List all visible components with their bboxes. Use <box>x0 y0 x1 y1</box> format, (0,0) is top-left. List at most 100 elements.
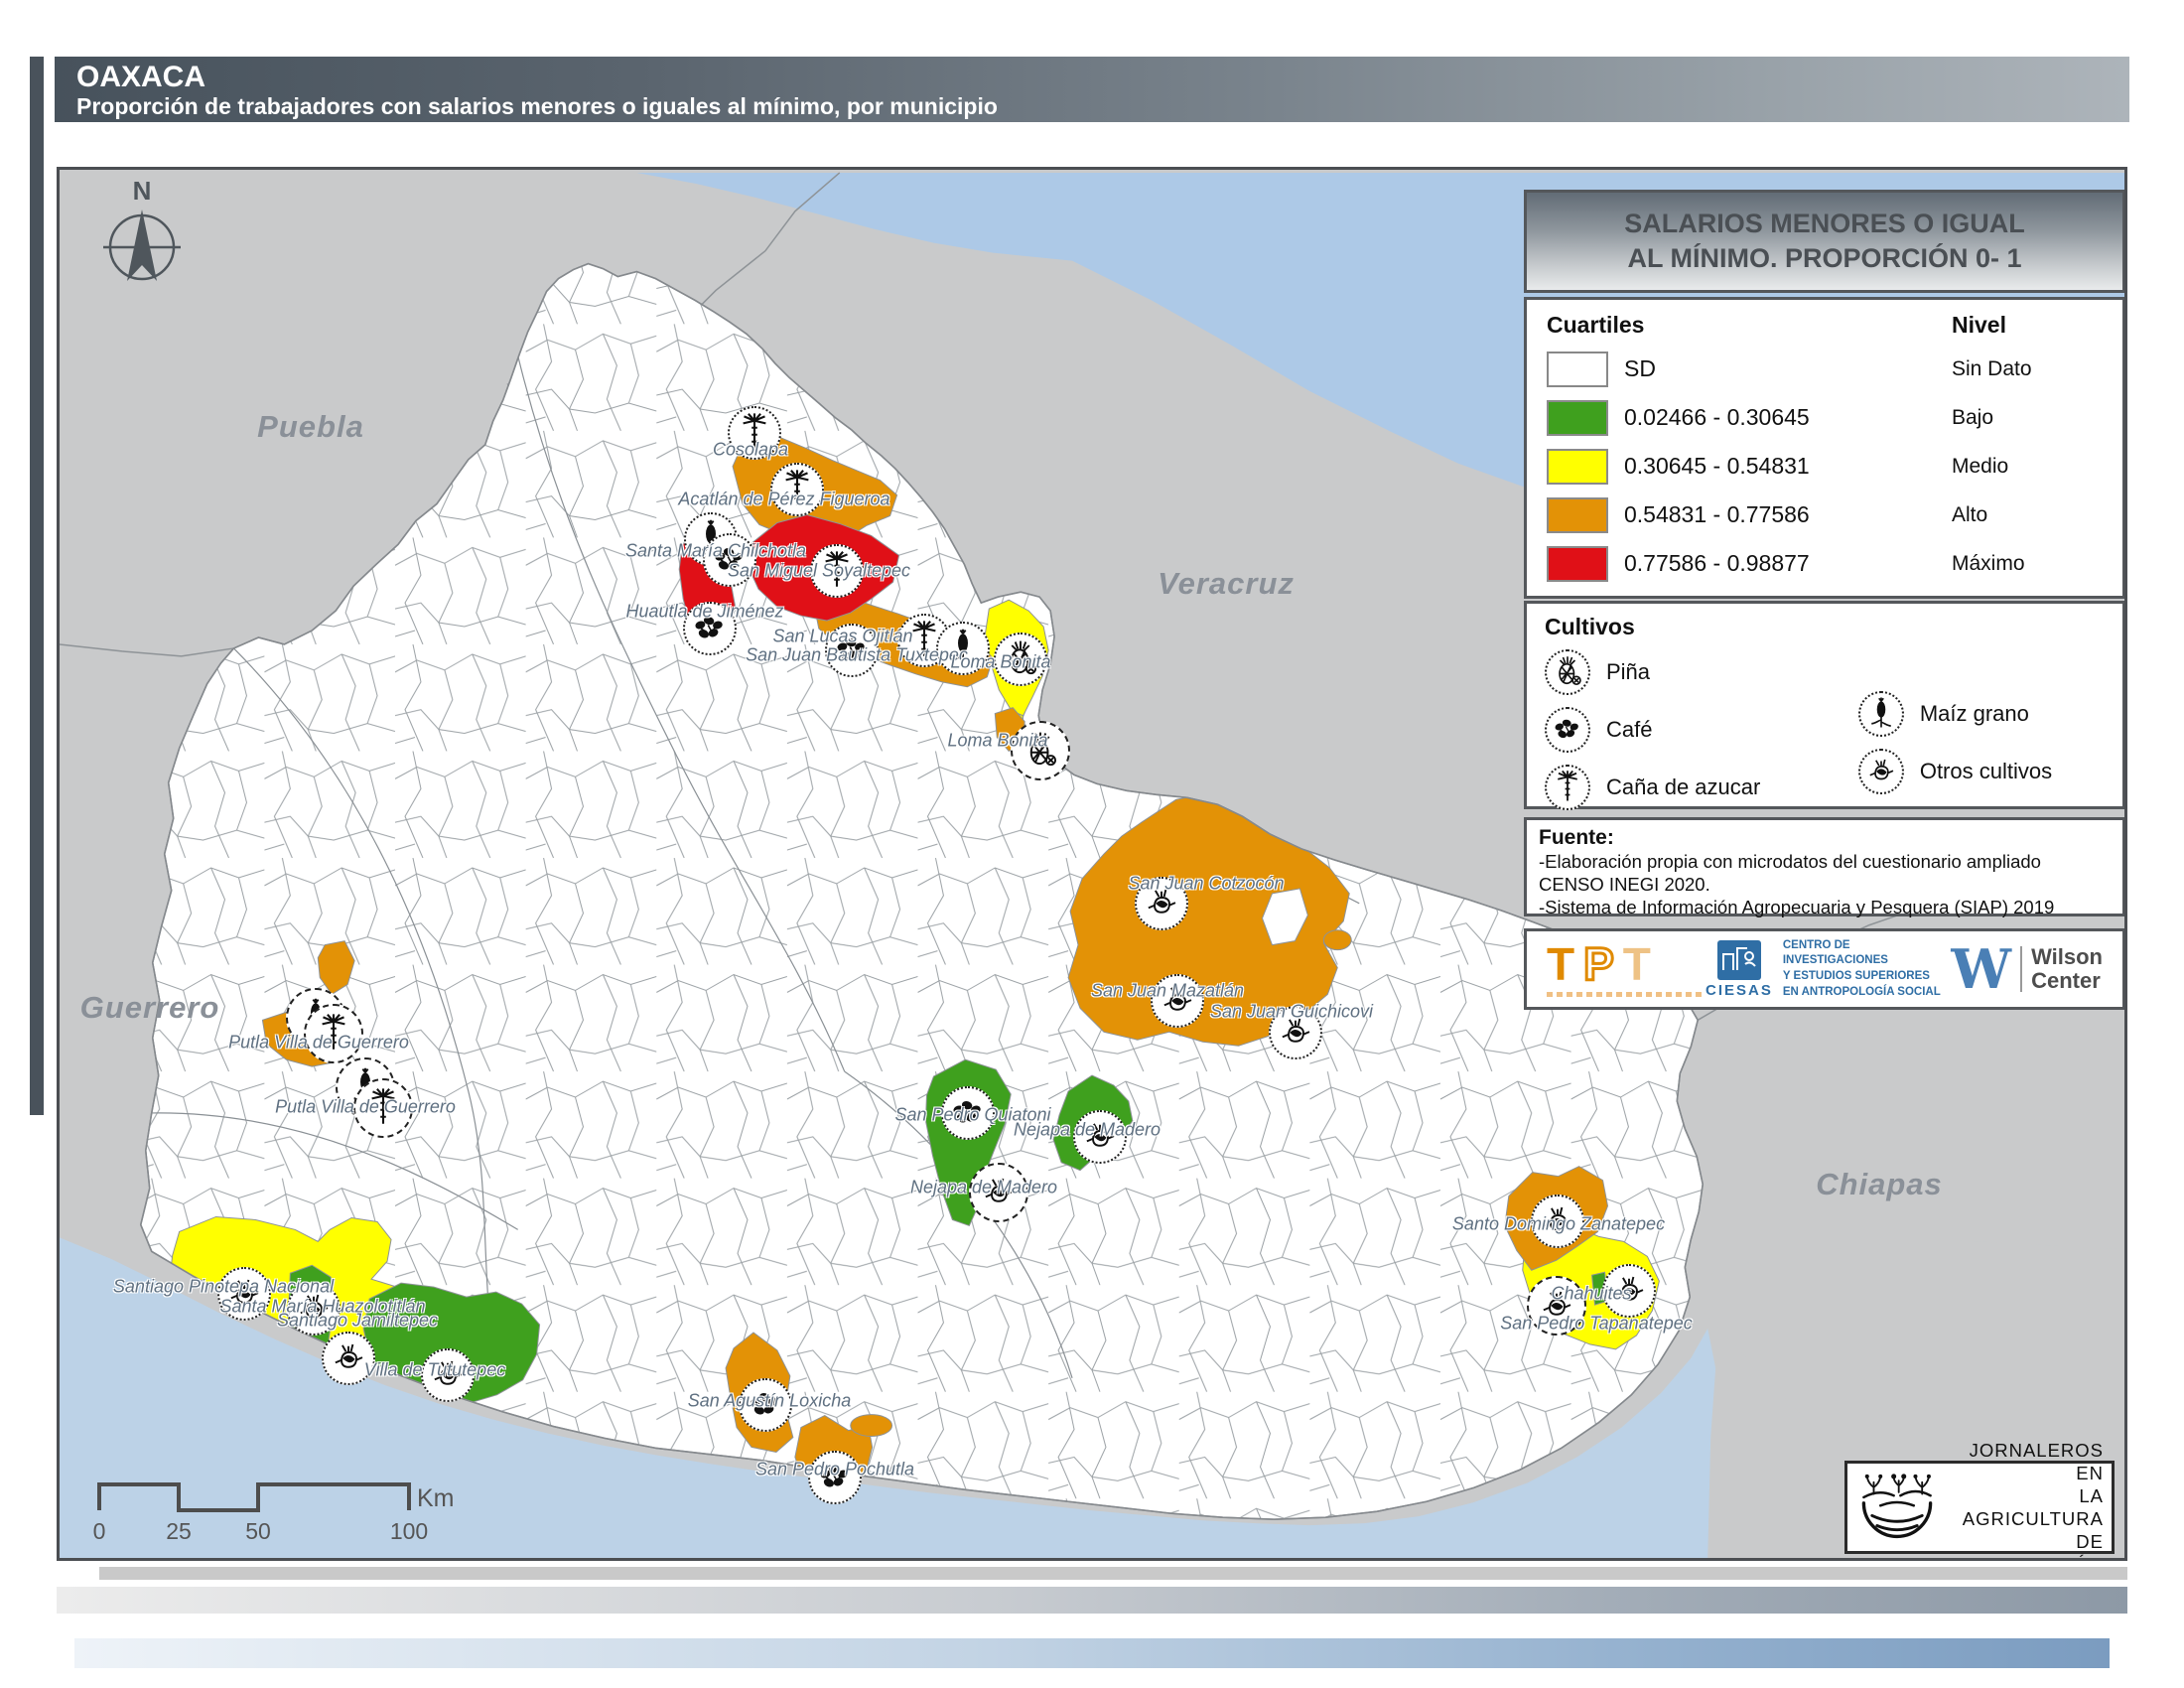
fuente-line: -Sistema de Información Agropecuaria y P… <box>1539 897 2055 918</box>
quartiles-header: Cuartiles <box>1547 312 1645 338</box>
legend-row: 0.54831 - 0.77586 Alto <box>1547 491 2103 539</box>
fuente-line: CENSO INEGI 2020. <box>1539 874 1710 896</box>
municipality-label: Nejapa de Madero <box>1013 1119 1161 1140</box>
jornaleros-text-line: JORNALEROS EN <box>1969 1439 2104 1483</box>
legend-title-line1: SALARIOS MENORES O IGUAL <box>1624 208 2025 238</box>
municipality-label: San Pedro Pochutla <box>754 1459 915 1479</box>
cultivo-label: Otros cultivos <box>1919 759 2053 783</box>
page: OAXACA Proporción de trabajadores con sa… <box>0 0 2184 1688</box>
tpt-logo: TPT <box>1547 938 1706 997</box>
legend-title-line2: AL MÍNIMO. PROPORCIÓN 0- 1 <box>1627 243 2022 273</box>
jornaleros-text-line: LA AGRICULTURA <box>1962 1484 2104 1529</box>
scale-tick-label: 0 <box>92 1518 106 1544</box>
municipality-label: San Juan Guichicovi <box>1209 1001 1374 1022</box>
quartile-nivel: Sin Dato <box>1952 356 2032 380</box>
page-subtitle: Proporción de trabajadores con salarios … <box>76 92 998 119</box>
wilson-w-icon: W <box>1951 936 2012 1001</box>
quartile-range: 0.77586 - 0.98877 <box>1624 550 1810 576</box>
quartile-range: 0.02466 - 0.30645 <box>1624 404 1810 430</box>
legend-row: 0.30645 - 0.54831 Medio <box>1547 442 2103 491</box>
quartile-nivel: Bajo <box>1952 405 1994 429</box>
cana-icon <box>1545 765 1590 810</box>
scale-bar-line <box>97 1482 411 1512</box>
quartile-range: 0.54831 - 0.77586 <box>1624 501 1810 527</box>
map-canvas: N Km 0 25 50 100 SALARIOS MENORES O IGUAL A… <box>57 167 2127 1561</box>
legend-logos: TPT CIESAS CENTRO DE INVESTIGACIONES Y E… <box>1524 928 2124 1010</box>
legend-row: 0.02466 - 0.30645 Bajo <box>1547 393 2103 442</box>
bottom-gradient-bar <box>57 1587 2127 1614</box>
cultivo-label: Café <box>1606 717 1653 742</box>
quartile-swatch <box>1547 448 1608 485</box>
title-bar: OAXACA Proporción de trabajadores con sa… <box>55 57 2129 122</box>
compass-north-label: N <box>132 176 152 206</box>
nivel-header: Nivel <box>1952 312 2006 338</box>
municipality-label: Santiago Jamiltepec <box>276 1310 439 1331</box>
municipality-label: San Pedro Tapanatepec <box>1500 1313 1693 1334</box>
ciesas-text-line: Y ESTUDIOS SUPERIORES <box>1782 970 1930 982</box>
tpt-letter: T <box>1547 938 1584 990</box>
municipality-label: Villa de Tututepec <box>363 1359 506 1380</box>
cultivo-label: Maíz grano <box>1919 701 2029 726</box>
ciesas-icon <box>1716 939 1761 980</box>
compass-rose: N <box>87 176 197 303</box>
quartile-swatch <box>1547 399 1608 436</box>
municipality-label: San Juan Bautista Tuxtepec <box>746 644 968 665</box>
municipality-label: San Juan Mazatlán <box>1090 980 1245 1001</box>
jornaleros-text-line: DE EXPORTACIÓN <box>1961 1531 2104 1558</box>
page-title: OAXACA <box>76 61 206 93</box>
quartile-swatch <box>1547 496 1608 533</box>
municipality-label: Cosolapa <box>712 439 789 460</box>
ciesas-text-line: CENTRO DE INVESTIGACIONES <box>1782 938 1888 967</box>
cultivo-label: Piña <box>1606 659 1651 684</box>
municipality-label: San Agustín Loxicha <box>687 1390 852 1411</box>
fuente-line: -Elaboración propia con microdatos del c… <box>1539 851 2041 872</box>
municipality-label: Huautla de Jiménez <box>625 601 784 622</box>
state-label: Veracruz <box>1158 566 1295 601</box>
quartile-nivel: Máximo <box>1952 551 2025 575</box>
tpt-letter: P <box>1582 938 1623 990</box>
municipality-label: Acatlán de Pérez Figueroa <box>678 489 890 509</box>
municipality-label: Santiago Pinotepa Nacional <box>112 1276 335 1297</box>
municipality-label: Loma Bonita <box>950 651 1051 672</box>
municipality-label: Chahuites <box>1551 1283 1632 1304</box>
bottom-blue-bar <box>74 1638 2110 1668</box>
municipality-label: San Juan Cotzocón <box>1128 873 1285 894</box>
fuente-header: Fuente: <box>1539 826 1614 849</box>
scale-bar: Km 0 25 50 100 <box>93 1478 534 1554</box>
legend-title: SALARIOS MENORES O IGUAL AL MÍNIMO. PROP… <box>1524 190 2124 293</box>
pina-icon <box>1545 649 1590 695</box>
tpt-letter: T <box>1622 938 1660 990</box>
wilson-center-logo: W Wilson Center <box>1951 936 2103 1001</box>
municipality-label: Santa María Chilchotla <box>624 540 807 561</box>
tpt-logo-subtext <box>1547 992 1706 997</box>
cultivo-label: Caña de azucar <box>1606 774 1761 799</box>
scale-tick-label: 50 <box>245 1518 271 1544</box>
wilson-name: Center <box>2031 968 2101 993</box>
divider <box>2020 946 2023 992</box>
map-shadow <box>99 1567 2127 1580</box>
scale-tick-label: 100 <box>389 1518 429 1544</box>
legend-row: 0.77586 - 0.98877 Máximo <box>1547 539 2103 588</box>
quartile-range: 0.30645 - 0.54831 <box>1624 453 1810 479</box>
map-overlay: N Km 0 25 50 100 SALARIOS MENORES O IGUAL A… <box>60 170 2124 1558</box>
cultivo-item: Café <box>1545 706 1858 754</box>
quartile-nivel: Medio <box>1952 454 2009 478</box>
maiz-icon <box>1857 691 1904 737</box>
jornaleros-logo-box: JORNALEROS ENLA AGRICULTURADE EXPORTACIÓ… <box>1844 1440 2115 1558</box>
municipality-label: San Miguel Soyaltepec <box>727 560 911 581</box>
scale-unit: Km <box>417 1484 455 1512</box>
left-accent-bar <box>30 57 44 1115</box>
municipality-label: Putla Villa de Guerrero <box>275 1096 456 1117</box>
cultivo-item: Caña de azucar <box>1545 764 1858 811</box>
quartile-swatch <box>1547 545 1608 582</box>
municipality-label: Putla Villa de Guerrero <box>228 1032 409 1053</box>
wilson-name: Wilson <box>2031 943 2103 969</box>
state-label: Puebla <box>257 409 364 444</box>
ciesas-acronym: CIESAS <box>1706 981 1773 999</box>
state-label: Guerrero <box>79 990 220 1025</box>
ciesas-text-line: EN ANTROPOLOGÍA SOCIAL <box>1782 985 1941 998</box>
legend-row: SD Sin Dato <box>1547 345 2103 393</box>
cultivo-item: Otros cultivos <box>1857 748 2105 795</box>
state-label: Chiapas <box>1816 1167 1943 1201</box>
municipality-label: Nejapa de Madero <box>909 1177 1058 1197</box>
